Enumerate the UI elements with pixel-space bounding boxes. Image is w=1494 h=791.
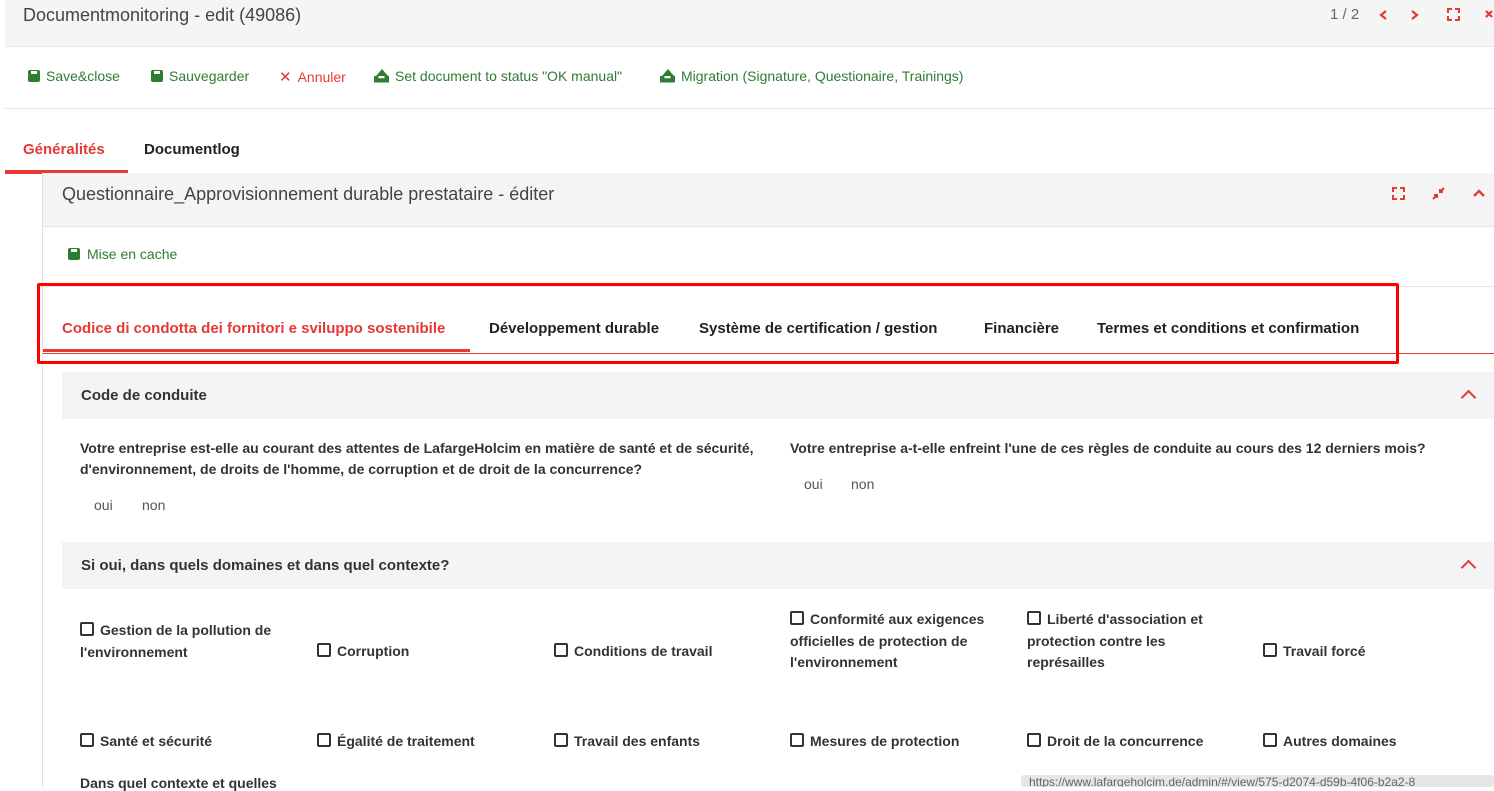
- checkbox-box[interactable]: [790, 733, 804, 747]
- checkbox-box[interactable]: [1263, 643, 1277, 657]
- cross-icon: ✕: [279, 69, 292, 86]
- pager-indicator: 1 / 2: [1330, 6, 1360, 23]
- migration-button[interactable]: Migration (Signature, Questionaire, Trai…: [660, 68, 963, 84]
- option-no[interactable]: non: [851, 476, 874, 492]
- tab-documentlog[interactable]: Documentlog: [144, 141, 240, 158]
- section-title: Code de conduite: [81, 387, 207, 404]
- chevron-up-icon[interactable]: [1472, 188, 1486, 198]
- tab-generalites[interactable]: Généralités: [23, 141, 105, 158]
- section-title: Si oui, dans quels domaines et dans quel…: [81, 557, 450, 574]
- checkbox-box[interactable]: [1263, 733, 1277, 747]
- checkbox-box[interactable]: [317, 643, 331, 657]
- option-no[interactable]: non: [142, 497, 165, 513]
- checkbox-equal-treatment[interactable]: Égalité de traitement: [317, 731, 537, 753]
- checkbox-box[interactable]: [80, 622, 94, 636]
- checkbox-box[interactable]: [80, 733, 94, 747]
- chevron-right-icon[interactable]: [1410, 9, 1420, 21]
- upload-icon: [660, 68, 675, 84]
- url-field[interactable]: https://www.lafargeholcim.de/admin/#/vie…: [1021, 775, 1494, 787]
- checkbox-forced-labor[interactable]: Travail forcé: [1263, 641, 1483, 663]
- checkbox-corruption[interactable]: Corruption: [317, 641, 537, 663]
- chevron-up-icon[interactable]: [1460, 559, 1477, 576]
- checkbox-working-conditions[interactable]: Conditions de travail: [554, 641, 774, 663]
- set-status-button[interactable]: Set document to status "OK manual": [374, 68, 622, 84]
- cancel-button[interactable]: ✕ Annuler: [279, 68, 346, 86]
- checkbox-child-labor[interactable]: Travail des enfants: [554, 731, 774, 753]
- checkbox-box[interactable]: [1027, 611, 1041, 625]
- main-tabs: Généralités Documentlog: [5, 130, 1494, 174]
- save-icon: [28, 70, 40, 82]
- chevron-left-icon[interactable]: [1378, 9, 1388, 21]
- question-violation: Votre entreprise a-t-elle enfreint l'une…: [790, 440, 1426, 456]
- cache-button[interactable]: Mise en cache: [68, 246, 177, 262]
- section-header-domains[interactable]: Si oui, dans quels domaines et dans quel…: [62, 542, 1494, 589]
- panel-title: Questionnaire_Approvisionnement durable …: [62, 184, 555, 204]
- context-question-label: Dans quel contexte et quelles: [80, 775, 277, 791]
- highlight-annotation: [37, 283, 1399, 364]
- compress-icon[interactable]: [1432, 187, 1445, 200]
- checkbox-box[interactable]: [317, 733, 331, 747]
- checkbox-environmental-compliance[interactable]: Conformité aux exigences officielles de …: [790, 609, 1010, 674]
- checkbox-pollution[interactable]: Gestion de la pollution de l'environneme…: [80, 620, 300, 663]
- chevron-up-icon[interactable]: [1460, 389, 1477, 406]
- save-button[interactable]: Sauvegarder: [151, 68, 249, 84]
- save-icon: [151, 70, 163, 82]
- checkbox-box[interactable]: [1027, 733, 1041, 747]
- panel-left-border: [42, 173, 43, 787]
- question-awareness: Votre entreprise est-elle au courant des…: [80, 440, 754, 477]
- checkbox-freedom-association[interactable]: Liberté d'association et protection cont…: [1027, 609, 1237, 674]
- option-yes[interactable]: oui: [804, 476, 823, 492]
- checkbox-box[interactable]: [790, 611, 804, 625]
- option-yes[interactable]: oui: [94, 497, 113, 513]
- checkbox-protective-measures[interactable]: Mesures de protection: [790, 731, 1010, 753]
- close-icon[interactable]: [1484, 9, 1494, 21]
- toolbar: Save&close Sauvegarder ✕ Annuler Set doc…: [5, 58, 1494, 109]
- checkbox-health-safety[interactable]: Santé et sécurité: [80, 731, 300, 753]
- checkbox-competition-law[interactable]: Droit de la concurrence: [1027, 731, 1247, 753]
- window-title: Documentmonitoring - edit (49086): [23, 5, 302, 25]
- upload-icon: [374, 68, 389, 84]
- expand-icon[interactable]: [1447, 8, 1460, 21]
- maximize-icon[interactable]: [1392, 187, 1405, 200]
- save-close-button[interactable]: Save&close: [28, 68, 120, 84]
- checkbox-other-areas[interactable]: Autres domaines: [1263, 731, 1483, 753]
- section-header-code[interactable]: Code de conduite: [62, 372, 1494, 419]
- checkbox-box[interactable]: [554, 643, 568, 657]
- checkbox-box[interactable]: [554, 733, 568, 747]
- save-icon: [68, 248, 80, 260]
